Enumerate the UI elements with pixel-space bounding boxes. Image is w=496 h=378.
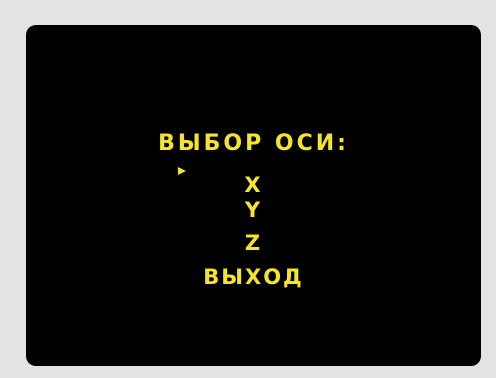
menu-item-x[interactable]: X xyxy=(26,173,481,197)
menu-item-y[interactable]: Y xyxy=(26,198,481,222)
menu-title: ВЫБОР ОСИ: xyxy=(158,131,349,156)
display-bezel: ВЫБОР ОСИ: X Y Z ВЫХОД xyxy=(0,0,496,378)
lcd-screen: ВЫБОР ОСИ: X Y Z ВЫХОД xyxy=(26,25,481,366)
menu-item-exit[interactable]: ВЫХОД xyxy=(26,265,481,289)
menu-item-z[interactable]: Z xyxy=(26,231,481,255)
